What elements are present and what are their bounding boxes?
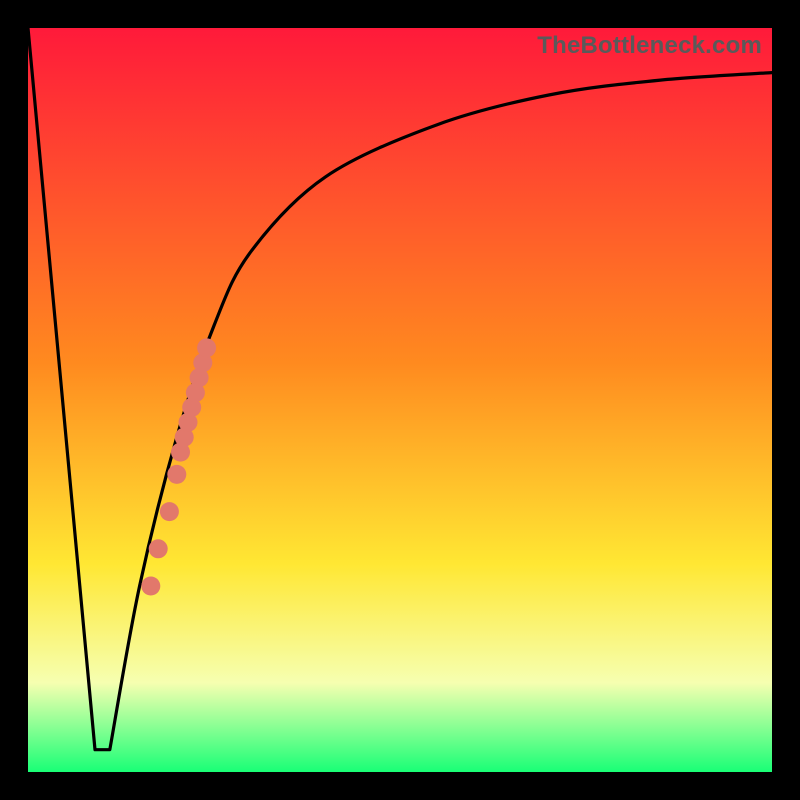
watermark-text: TheBottleneck.com [537, 32, 762, 60]
data-dot [149, 539, 168, 558]
data-dot [167, 465, 186, 484]
data-dot [160, 502, 179, 521]
data-dot [197, 338, 216, 357]
chart-frame: TheBottleneck.com [0, 0, 800, 800]
data-dot [141, 577, 160, 596]
chart-plot-area: TheBottleneck.com [28, 28, 772, 772]
chart-svg [28, 28, 772, 772]
